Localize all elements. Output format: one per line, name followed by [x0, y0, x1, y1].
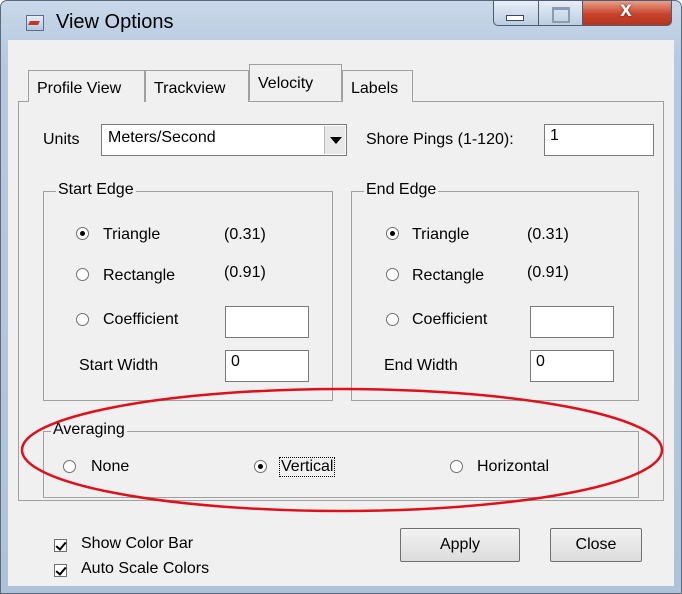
apply-button[interactable]: Apply: [400, 528, 520, 562]
tab-profile-view[interactable]: Profile View: [28, 70, 145, 102]
app-icon: [26, 15, 44, 31]
end-width-input[interactable]: 0: [530, 350, 614, 382]
tab-trackview[interactable]: Trackview: [145, 70, 249, 102]
tab-labels[interactable]: Labels: [342, 70, 413, 102]
start-coefficient-radio[interactable]: [76, 313, 89, 326]
shore-pings-label: Shore Pings (1-120):: [366, 131, 514, 148]
annotation-ellipse-stroke: [20, 387, 664, 513]
end-width-label: End Width: [384, 357, 458, 374]
end-coefficient-label: Coefficient: [412, 311, 488, 328]
auto-scale-colors-checkbox[interactable]: [54, 564, 67, 577]
end-coefficient-input[interactable]: [530, 306, 614, 338]
close-icon: x: [620, 0, 632, 21]
tab-label: Labels: [351, 80, 399, 97]
minimize-button[interactable]: [493, 0, 538, 26]
close-button[interactable]: Close: [550, 528, 642, 562]
start-width-label: Start Width: [79, 357, 159, 374]
start-rectangle-label: Rectangle: [103, 267, 176, 284]
end-triangle-value: (0.31): [527, 226, 569, 243]
end-rectangle-label: Rectangle: [412, 267, 485, 284]
end-rectangle-value: (0.91): [527, 264, 569, 281]
start-triangle-radio[interactable]: [76, 227, 89, 240]
shore-pings-input[interactable]: 1: [544, 124, 654, 156]
end-edge-title: End Edge: [364, 181, 439, 199]
start-triangle-value: (0.31): [224, 226, 266, 243]
start-coefficient-label: Coefficient: [103, 311, 179, 328]
start-rectangle-value: (0.91): [224, 264, 266, 281]
auto-scale-colors-label: Auto Scale Colors: [81, 560, 210, 577]
start-rectangle-radio[interactable]: [76, 268, 89, 281]
start-edge-title: Start Edge: [56, 181, 136, 199]
tab-velocity[interactable]: Velocity: [249, 64, 342, 101]
start-width-input[interactable]: 0: [225, 350, 309, 382]
start-coefficient-input[interactable]: [225, 306, 309, 338]
end-coefficient-radio[interactable]: [386, 313, 399, 326]
show-color-bar-checkbox[interactable]: [54, 539, 67, 552]
tab-label: Trackview: [154, 80, 226, 97]
tab-label: Profile View: [37, 80, 122, 97]
minimize-icon: [506, 15, 524, 21]
show-color-bar-label: Show Color Bar: [81, 535, 194, 552]
maximize-icon: [552, 7, 570, 23]
tab-label: Velocity: [258, 75, 314, 92]
units-select[interactable]: Meters/Second: [101, 124, 347, 156]
units-label: Units: [43, 131, 80, 148]
units-select-value: Meters/Second: [108, 129, 216, 146]
end-triangle-label: Triangle: [412, 226, 470, 243]
end-triangle-radio[interactable]: [386, 227, 399, 240]
end-rectangle-radio[interactable]: [386, 268, 399, 281]
start-triangle-label: Triangle: [103, 226, 161, 243]
chevron-down-icon[interactable]: [324, 126, 345, 154]
window-title: View Options: [56, 11, 174, 33]
annotation-ellipse: [20, 387, 664, 513]
